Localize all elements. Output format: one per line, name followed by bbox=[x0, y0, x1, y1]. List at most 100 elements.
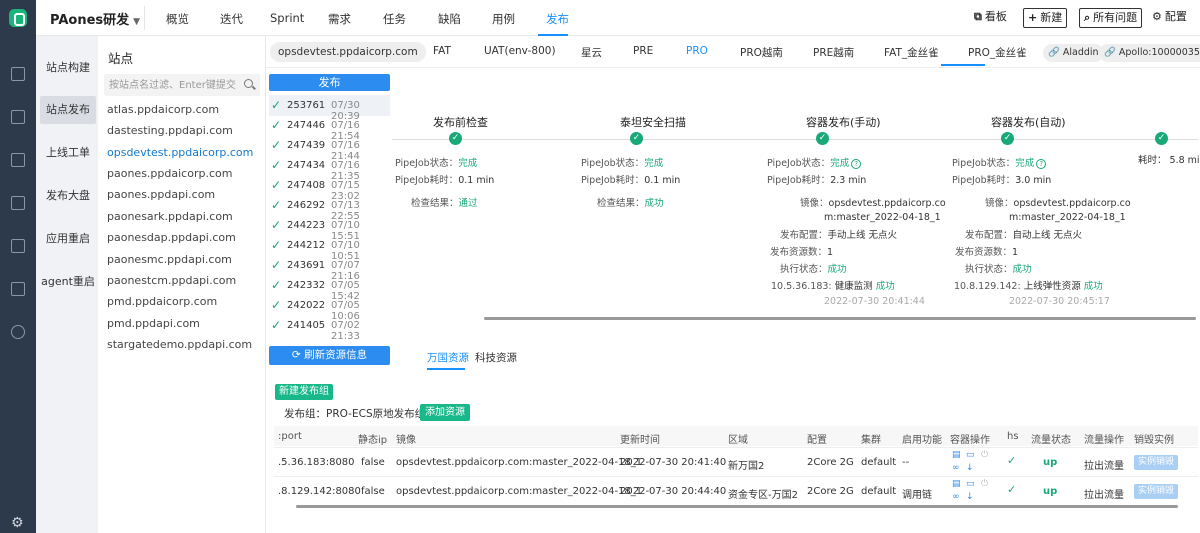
new-button[interactable]: + 新建 bbox=[1023, 8, 1068, 28]
all-issues-button[interactable]: ⌕ 所有问题 bbox=[1079, 8, 1143, 28]
s4-host-check: 10.8.129.142: 上线弹性资源 成功 bbox=[954, 280, 1103, 294]
nav-bug[interactable]: 缺陷 bbox=[438, 11, 461, 27]
menu-agent-restart[interactable]: agent重启 bbox=[40, 268, 96, 296]
menu-site-build[interactable]: 站点构建 bbox=[40, 54, 96, 82]
publish-record[interactable]: ✓ 246292 07/13 22:55 bbox=[269, 195, 390, 222]
site-item[interactable]: pmd.ppdapi.com bbox=[107, 317, 200, 330]
document-icon[interactable] bbox=[11, 153, 25, 167]
table-scrollbar[interactable] bbox=[296, 505, 1178, 508]
env-tab-fat[interactable]: FAT bbox=[433, 45, 451, 57]
search-icon[interactable] bbox=[244, 79, 253, 88]
divider bbox=[144, 6, 145, 30]
env-tab-pre[interactable]: PRE bbox=[633, 45, 653, 57]
site-item[interactable]: stargatedemo.ppdapi.com bbox=[107, 338, 252, 351]
publish-record[interactable]: ✓ 247439 07/16 21:44 bbox=[269, 135, 390, 162]
value: 成功 bbox=[1012, 264, 1032, 275]
monitor-icon[interactable] bbox=[11, 239, 25, 253]
menu-release-dashboard[interactable]: 发布大盘 bbox=[40, 182, 96, 210]
publish-record[interactable]: ✓ 247408 07/15 23:02 bbox=[269, 175, 390, 202]
env-tab-pro-canary[interactable]: PRO_金丝雀 bbox=[968, 45, 1027, 60]
cell-region: 新万国2 bbox=[728, 461, 765, 472]
site-item[interactable]: paones.ppdaicorp.com bbox=[107, 167, 232, 180]
publish-record[interactable]: ✓ 244212 07/10 10:51 bbox=[269, 235, 390, 262]
pipeline-scrollbar[interactable] bbox=[484, 317, 1196, 320]
publish-button[interactable]: 发布 bbox=[269, 74, 390, 91]
menu-site-publish[interactable]: 站点发布 bbox=[40, 96, 96, 124]
menu-release-ticket[interactable]: 上线工单 bbox=[40, 139, 96, 167]
log-icon[interactable]: ▤ bbox=[952, 451, 961, 460]
destroy-instance-button[interactable]: 实例销毁 bbox=[1134, 455, 1178, 470]
new-release-group-button[interactable]: 新建发布组 bbox=[275, 384, 333, 400]
aladdin-link[interactable]: 🔗 Aladdin bbox=[1043, 44, 1104, 62]
publish-record[interactable]: ✓ 244223 07/10 15:51 bbox=[269, 215, 390, 242]
terminal-icon[interactable]: ▭ bbox=[966, 480, 975, 489]
power-icon[interactable]: ⏻ bbox=[981, 451, 988, 460]
env-tab-xingyun[interactable]: 星云 bbox=[581, 45, 602, 60]
arrow-down-icon[interactable]: ↓ bbox=[966, 493, 974, 502]
s1-pipe-time: PipeJob耗时：0.1 min bbox=[395, 174, 494, 188]
site-item[interactable]: paonesmc.ppdapi.com bbox=[107, 253, 232, 266]
site-item[interactable]: pmd.ppdaicorp.com bbox=[107, 295, 217, 308]
publish-record[interactable]: ✓ 253761 07/30 20:39 bbox=[269, 95, 390, 122]
site-item[interactable]: paonesark.ppdapi.com bbox=[107, 210, 233, 223]
s4-image-cont: m:master_2022-04-18_1 bbox=[1009, 212, 1126, 223]
tab-tech-resources[interactable]: 科技资源 bbox=[475, 350, 517, 365]
label: 发布配置： bbox=[780, 230, 828, 241]
env-tab-pro[interactable]: PRO bbox=[686, 45, 708, 57]
home-icon[interactable] bbox=[11, 67, 25, 81]
link-icon[interactable]: ∞ bbox=[952, 493, 960, 502]
log-icon[interactable]: ▤ bbox=[952, 480, 961, 489]
publish-record[interactable]: ✓ 242332 07/05 15:42 bbox=[269, 275, 390, 302]
site-item[interactable]: paonestcm.ppdapi.com bbox=[107, 274, 236, 287]
site-item[interactable]: dastesting.ppdapi.com bbox=[107, 124, 233, 137]
site-item-active[interactable]: opsdevtest.ppdaicorp.com bbox=[107, 146, 253, 159]
chart-icon[interactable] bbox=[11, 196, 25, 210]
pull-traffic-link[interactable]: 拉出流量 bbox=[1084, 486, 1124, 501]
nav-requirement[interactable]: 需求 bbox=[328, 11, 351, 27]
help-icon[interactable]: ? bbox=[1036, 159, 1047, 169]
pie-chart-icon[interactable] bbox=[11, 325, 25, 339]
arrow-down-icon[interactable]: ↓ bbox=[966, 464, 974, 473]
apollo-link[interactable]: 🔗 Apollo:1000003586 bbox=[1099, 44, 1200, 62]
settings-gear-icon[interactable]: ⚙ bbox=[11, 516, 24, 530]
env-tab-fat-canary[interactable]: FAT_金丝雀 bbox=[884, 45, 939, 60]
nav-overview[interactable]: 概览 bbox=[166, 11, 189, 27]
env-tab-pre-vietnam[interactable]: PRE越南 bbox=[813, 45, 854, 60]
publish-record[interactable]: ✓ 242022 07/05 10:06 bbox=[269, 295, 390, 322]
briefcase-icon[interactable] bbox=[11, 282, 25, 296]
nav-task[interactable]: 任务 bbox=[383, 11, 406, 27]
host: 10.8.129.142: bbox=[954, 281, 1021, 292]
destroy-instance-button[interactable]: 实例销毁 bbox=[1134, 484, 1178, 499]
publish-record[interactable]: ✓ 241405 07/02 21:33 bbox=[269, 315, 390, 342]
link-icon[interactable]: ∞ bbox=[952, 464, 960, 473]
nav-release[interactable]: 发布 bbox=[546, 11, 569, 27]
tab-wanguo-resources[interactable]: 万国资源 bbox=[427, 350, 469, 365]
nav-sprint[interactable]: Sprint bbox=[270, 11, 304, 25]
s3-res-count: 发布资源数：1 bbox=[770, 246, 833, 260]
app-logo-icon[interactable] bbox=[9, 9, 27, 27]
project-switcher[interactable]: PAones研发 ▼ bbox=[50, 9, 140, 28]
settings-button[interactable]: ⚙ 配置 bbox=[1152, 8, 1187, 28]
terminal-icon[interactable]: ▭ bbox=[966, 451, 975, 460]
refresh-resources-button[interactable]: ⟳ 刷新资源信息 bbox=[269, 346, 390, 365]
board-button[interactable]: ⧉ 看板 bbox=[974, 8, 1007, 28]
site-item[interactable]: paonesdap.ppdapi.com bbox=[107, 231, 236, 244]
site-item[interactable]: atlas.ppdaicorp.com bbox=[107, 103, 219, 116]
power-icon[interactable]: ⏻ bbox=[981, 480, 988, 489]
publish-record[interactable]: ✓ 243691 07/07 21:16 bbox=[269, 255, 390, 282]
add-resource-button[interactable]: 添加资源 bbox=[420, 404, 470, 421]
site-item[interactable]: paones.ppdapi.com bbox=[107, 188, 215, 201]
env-tab-pro-vietnam[interactable]: PRO越南 bbox=[740, 45, 783, 60]
hs-ok-icon: ✓ bbox=[1007, 454, 1017, 467]
nav-testcase[interactable]: 用例 bbox=[492, 11, 515, 27]
nav-iteration[interactable]: 迭代 bbox=[220, 11, 243, 27]
site-filter-input[interactable] bbox=[104, 74, 260, 96]
publish-record[interactable]: ✓ 247446 07/16 21:54 bbox=[269, 115, 390, 142]
help-icon[interactable]: ? bbox=[851, 159, 862, 169]
cell-config: 2Core 2G bbox=[807, 486, 854, 497]
publish-record[interactable]: ✓ 247434 07/16 21:35 bbox=[269, 155, 390, 182]
pull-traffic-link[interactable]: 拉出流量 bbox=[1084, 457, 1124, 472]
layout-icon[interactable] bbox=[11, 110, 25, 124]
env-tab-uat[interactable]: UAT(env-800) bbox=[484, 45, 556, 57]
menu-app-restart[interactable]: 应用重启 bbox=[40, 225, 96, 253]
